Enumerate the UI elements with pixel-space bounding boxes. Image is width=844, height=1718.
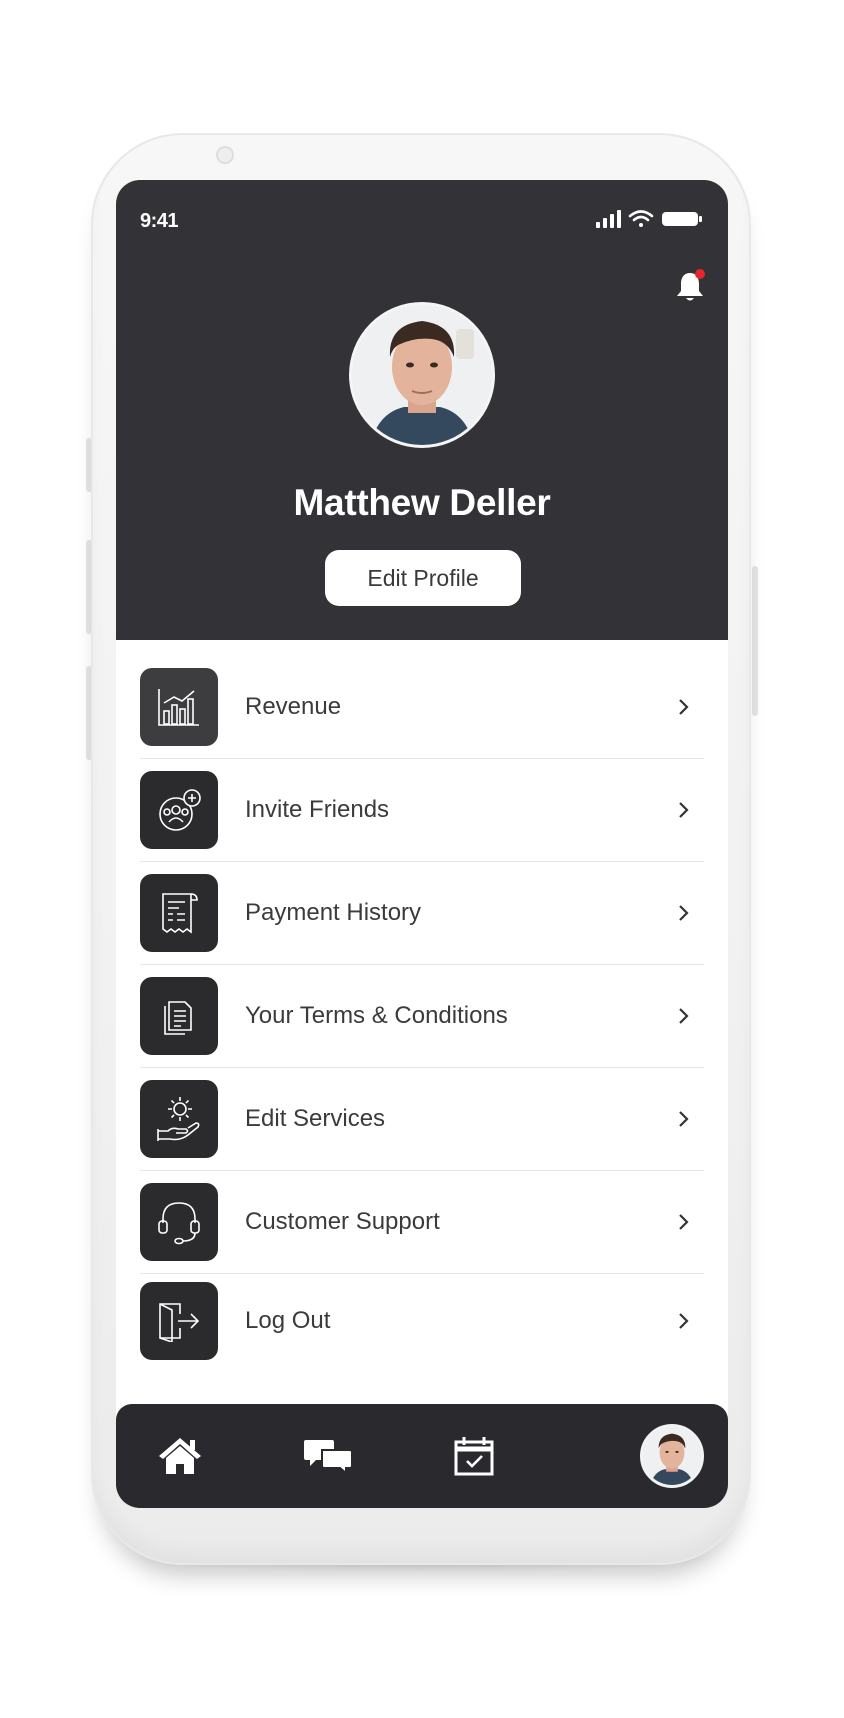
tab-messages[interactable] bbox=[286, 1404, 370, 1508]
chevron-right-icon bbox=[679, 699, 689, 715]
profile-name: Matthew Deller bbox=[293, 482, 551, 523]
menu-icon-tile bbox=[140, 771, 218, 849]
menu-icon-tile bbox=[140, 1282, 218, 1360]
notification-dot bbox=[695, 269, 705, 279]
document-icon bbox=[164, 1001, 192, 1035]
menu-item-label: Log Out bbox=[245, 1307, 331, 1334]
chevron-right-icon bbox=[679, 1111, 689, 1127]
menu-item-customer-support[interactable]: Customer Support bbox=[140, 1171, 704, 1273]
chevron-right-icon bbox=[679, 1008, 689, 1024]
menu-item-invite-friends[interactable]: Invite Friends bbox=[140, 759, 704, 861]
menu-icon-tile bbox=[140, 668, 218, 746]
chevron-right-icon bbox=[679, 802, 689, 818]
profile-header: 9:41 Matthew Deller Edit Profile bbox=[116, 180, 728, 640]
profile-photo bbox=[352, 305, 492, 445]
receipt-icon bbox=[162, 893, 198, 934]
menu-icon-tile bbox=[140, 874, 218, 952]
chevron-right-icon bbox=[679, 1214, 689, 1230]
gear-hand-icon bbox=[157, 1097, 200, 1141]
menu-item-label: Your Terms & Conditions bbox=[245, 1002, 508, 1029]
phone-side-button bbox=[752, 566, 758, 716]
profile-photo bbox=[643, 1427, 701, 1485]
menu-item-payment-history[interactable]: Payment History bbox=[140, 862, 704, 964]
logout-icon bbox=[159, 1303, 200, 1342]
phone-camera bbox=[216, 146, 234, 164]
headset-icon bbox=[158, 1202, 200, 1245]
menu-item-label: Revenue bbox=[245, 693, 342, 720]
menu-item-revenue[interactable]: Revenue bbox=[140, 656, 704, 758]
home-icon bbox=[159, 1438, 201, 1474]
signal-icon bbox=[596, 210, 621, 228]
menu-icon-tile bbox=[140, 977, 218, 1055]
menu-item-log-out[interactable]: Log Out bbox=[140, 1270, 704, 1372]
menu-item-label: Edit Services bbox=[245, 1105, 386, 1132]
tab-home[interactable] bbox=[140, 1404, 220, 1508]
status-time: 9:41 bbox=[140, 210, 179, 232]
chart-icon bbox=[158, 689, 199, 726]
tab-calendar[interactable] bbox=[432, 1404, 516, 1508]
battery-icon bbox=[662, 212, 702, 226]
chevron-right-icon bbox=[679, 905, 689, 921]
profile-avatar bbox=[640, 1424, 704, 1488]
chat-icon bbox=[304, 1440, 353, 1474]
tab-profile[interactable] bbox=[634, 1404, 710, 1508]
menu-icon-tile bbox=[140, 1183, 218, 1261]
status-icons bbox=[596, 210, 702, 228]
menu-item-label: Invite Friends bbox=[245, 796, 390, 823]
notification-bell-icon[interactable] bbox=[672, 268, 708, 304]
menu-item-label: Customer Support bbox=[245, 1208, 440, 1235]
menu-item-edit-services[interactable]: Edit Services bbox=[140, 1068, 704, 1170]
app-screen: 9:41 Matthew Deller Edit Profile Revenue… bbox=[116, 180, 728, 1508]
invite-friends-icon bbox=[159, 789, 201, 831]
chevron-right-icon bbox=[679, 1313, 689, 1329]
menu-icon-tile bbox=[140, 1080, 218, 1158]
bottom-tab-bar bbox=[116, 1404, 728, 1508]
profile-avatar bbox=[349, 302, 495, 448]
edit-profile-button[interactable]: Edit Profile bbox=[325, 550, 521, 606]
calendar-check-icon bbox=[454, 1437, 494, 1476]
menu-item-terms-conditions[interactable]: Your Terms & Conditions bbox=[140, 965, 704, 1067]
wifi-icon bbox=[628, 210, 654, 227]
menu-item-label: Payment History bbox=[245, 899, 422, 926]
